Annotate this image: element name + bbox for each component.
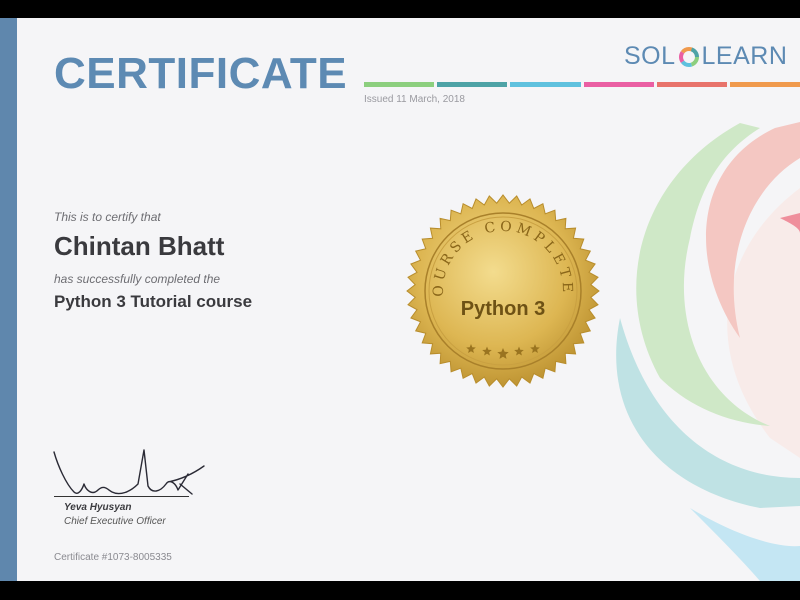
- logo-ring-icon: [678, 46, 699, 67]
- rule-segment: [583, 82, 654, 87]
- course-name: Python 3 Tutorial course: [54, 292, 253, 311]
- certificate-title: CERTIFICATE: [54, 49, 348, 98]
- rule-segment: [656, 82, 727, 87]
- color-rule: [364, 82, 800, 87]
- brand-left: SOL: [624, 42, 676, 70]
- certify-intro: This is to certify that: [54, 210, 161, 224]
- certificate-page: CERTIFICATE Issued 11 March, 2018 SOL LE…: [0, 18, 800, 581]
- rule-segment: [437, 82, 508, 87]
- rule-segment: [364, 82, 435, 87]
- rule-segment: [510, 82, 581, 87]
- sololearn-logo: SOL LEARN: [624, 42, 787, 71]
- issued-date: Issued 11 March, 2018: [364, 94, 465, 105]
- certificate-number: Certificate #1073-8005335: [54, 552, 172, 563]
- signer-name: Yeva Hyusyan: [64, 502, 132, 513]
- brand-right: LEARN: [701, 42, 788, 70]
- rule-segment: [729, 82, 800, 87]
- recipient-name: Chintan Bhatt: [54, 231, 225, 261]
- signature-line: [54, 496, 189, 497]
- seal-course-label: Python 3: [461, 298, 545, 320]
- signer-title: Chief Executive Officer: [64, 516, 166, 527]
- completed-text: has successfully completed the: [54, 272, 221, 286]
- ceo-signature: [53, 449, 205, 495]
- course-completed-seal: COURSE COMPLETED Python 3: [405, 193, 600, 388]
